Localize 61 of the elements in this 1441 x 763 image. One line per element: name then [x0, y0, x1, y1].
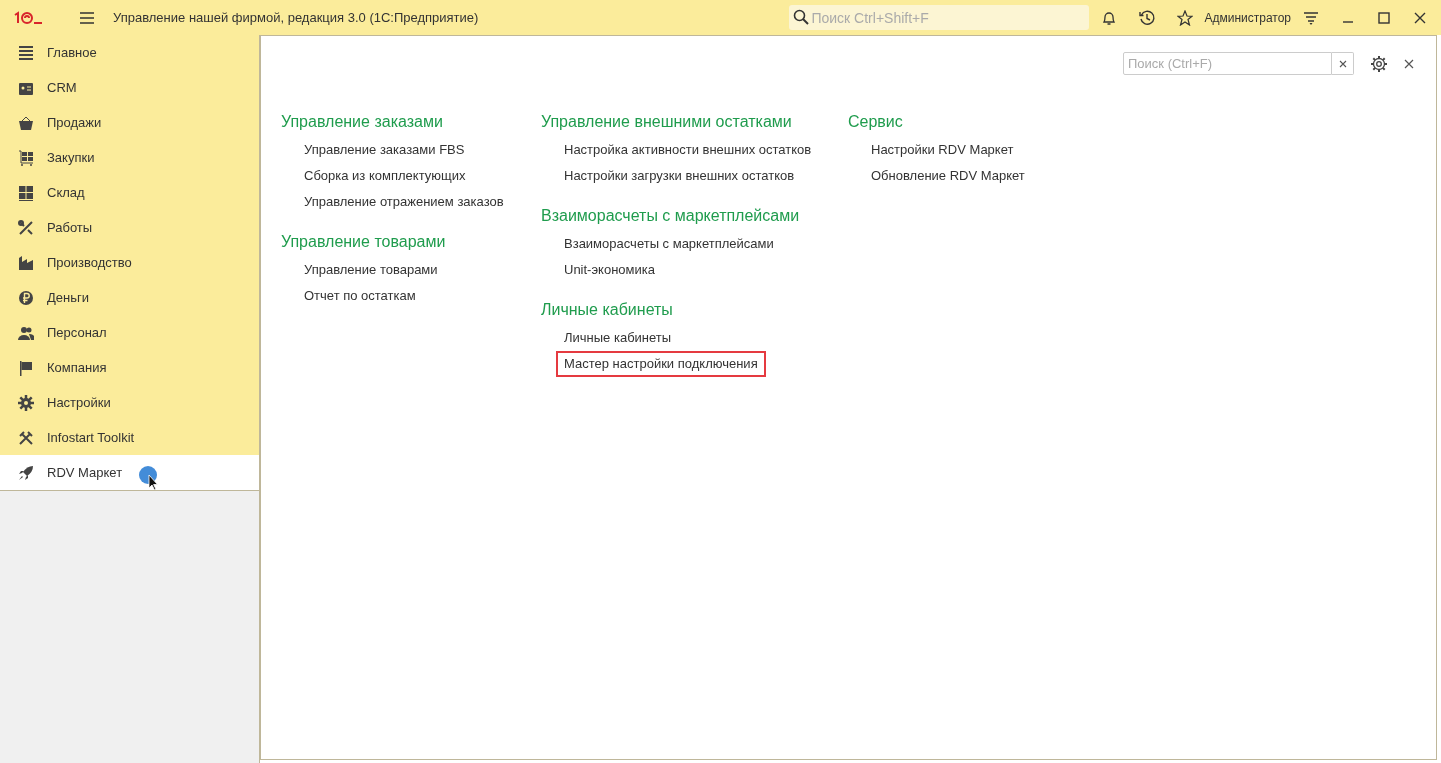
- warehouse-icon: [18, 184, 34, 201]
- maximize-icon[interactable]: [1377, 10, 1391, 25]
- sidebar-item[interactable]: Настройки: [0, 385, 259, 420]
- command-link[interactable]: Настройка активности внешних остатков: [556, 137, 820, 163]
- works-icon: [18, 219, 34, 236]
- search-icon: [793, 9, 810, 25]
- sidebar-item[interactable]: Компания: [0, 350, 259, 385]
- command-link[interactable]: Мастер настройки подключения: [556, 351, 766, 377]
- clear-button[interactable]: [1332, 52, 1354, 75]
- filter-menu-icon[interactable]: [1303, 9, 1319, 26]
- command-link[interactable]: Настройки RDV Маркет: [863, 137, 1022, 163]
- command-link[interactable]: Управление отражением заказов: [296, 189, 512, 215]
- company-icon: [18, 359, 34, 376]
- staff-icon: [18, 324, 34, 341]
- command-link[interactable]: Сборка из комплектующих: [296, 163, 474, 189]
- section-heading: Управление заказами: [281, 112, 443, 132]
- close-icon[interactable]: [1413, 10, 1427, 25]
- section-heading: Сервис: [848, 112, 903, 132]
- settings-icon: [18, 394, 34, 411]
- command-link[interactable]: Управление товарами: [296, 257, 446, 283]
- sidebar-item[interactable]: Продажи: [0, 105, 259, 140]
- search-field[interactable]: Поиск Ctrl+Shift+F: [789, 5, 1090, 30]
- sidebar-item[interactable]: Главное: [0, 35, 259, 70]
- toolkit-icon: [18, 429, 34, 446]
- sidebar-item[interactable]: Infostart Toolkit: [0, 420, 259, 455]
- production-icon: [18, 254, 34, 271]
- sidebar-item[interactable]: Закупки: [0, 140, 259, 175]
- sidebar-item[interactable]: Персонал: [0, 315, 259, 350]
- close-icon[interactable]: [1404, 58, 1414, 69]
- section-heading: Личные кабинеты: [541, 300, 673, 320]
- command-link[interactable]: Настройки загрузки внешних остатков: [556, 163, 803, 189]
- logo-icon: [13, 10, 43, 25]
- window-title: Управление нашей фирмой, редакция 3.0 (1С:Предприятие): [113, 10, 479, 25]
- sidebar-item[interactable]: RDV Маркет: [0, 455, 259, 491]
- command-link[interactable]: Отчет по остаткам: [296, 283, 424, 309]
- sidebar-item[interactable]: Работы: [0, 210, 259, 245]
- sidebar-item[interactable]: CRM: [0, 70, 259, 105]
- money-icon: [18, 289, 34, 306]
- command-link[interactable]: Unit-экономика: [556, 257, 663, 283]
- section-heading: Управление товарами: [281, 232, 446, 252]
- sales-icon: [18, 114, 34, 131]
- sidebar-item[interactable]: Склад: [0, 175, 259, 210]
- bell-icon[interactable]: [1101, 9, 1118, 26]
- rocket-icon: [18, 464, 34, 481]
- menu-icon[interactable]: [79, 10, 95, 25]
- user-name[interactable]: Администратор: [1204, 10, 1291, 25]
- main-icon: [18, 44, 34, 61]
- history-icon[interactable]: [1139, 9, 1156, 26]
- search-field[interactable]: Поиск (Ctrl+F): [1123, 52, 1332, 75]
- star-icon[interactable]: [1177, 9, 1194, 26]
- command-link[interactable]: Взаиморасчеты с маркетплейсами: [556, 231, 782, 257]
- clear-icon: [1338, 59, 1347, 68]
- settings-icon[interactable]: [1370, 54, 1388, 73]
- sidebar-item[interactable]: Производство: [0, 245, 259, 280]
- section-heading: Управление внешними остатками: [541, 112, 792, 132]
- sidebar-item[interactable]: Деньги: [0, 280, 259, 315]
- purchases-icon: [18, 149, 34, 166]
- command-link[interactable]: Управление заказами FBS: [296, 137, 473, 163]
- command-link[interactable]: Личные кабинеты: [556, 325, 680, 351]
- section-heading: Взаиморасчеты с маркетплейсами: [541, 206, 800, 226]
- command-link[interactable]: Обновление RDV Маркет: [863, 163, 1033, 189]
